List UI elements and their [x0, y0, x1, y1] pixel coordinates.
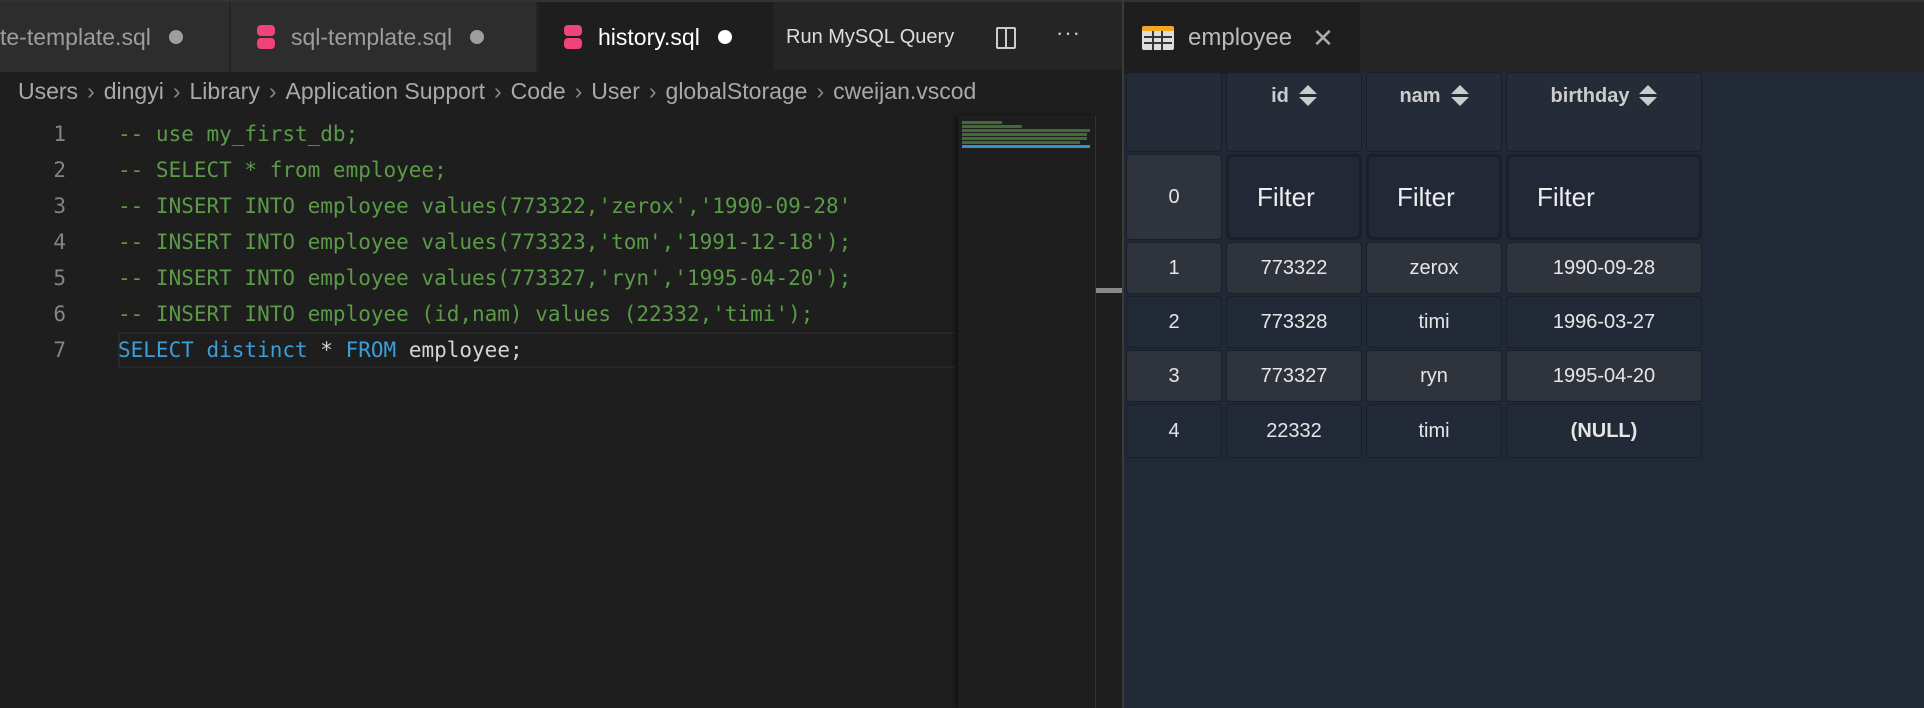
column-header-id[interactable]: id — [1226, 72, 1362, 152]
sort-icon[interactable] — [1639, 85, 1658, 107]
filter-input-id[interactable]: Filter — [1226, 154, 1362, 240]
row-number: 2 — [1126, 296, 1222, 348]
tab-label: employee — [1188, 24, 1293, 51]
filter-input-nam[interactable]: Filter — [1366, 154, 1502, 240]
line-number: 7 — [53, 338, 66, 362]
code-line[interactable]: 3 -- INSERT INTO employee values(773322,'… — [0, 188, 958, 224]
close-icon[interactable]: ✕ — [1312, 23, 1334, 54]
cell-birthday[interactable]: 1995-04-20 — [1506, 350, 1702, 402]
line-number: 5 — [53, 266, 66, 290]
table-icon — [1142, 26, 1174, 50]
code-line[interactable]: 6 -- INSERT INTO employee (id,nam) values… — [0, 296, 958, 332]
column-name: nam — [1399, 85, 1441, 107]
editor-pane: te-template.sql sql-template.sql history… — [0, 0, 1124, 708]
line-number: 2 — [53, 158, 66, 182]
filter-input-birthday[interactable]: Filter — [1506, 154, 1702, 240]
cell-nam[interactable]: zerox — [1366, 242, 1502, 294]
modified-dot-icon[interactable] — [470, 30, 485, 44]
breadcrumb-item[interactable]: cweijan.vscod — [833, 78, 976, 104]
breadcrumb-item[interactable]: Code — [511, 78, 566, 104]
cell-nam[interactable]: timi — [1366, 404, 1502, 458]
sort-icon[interactable] — [1298, 85, 1317, 107]
column-header-nam[interactable]: nam — [1366, 72, 1502, 152]
cell-id[interactable]: 773322 — [1226, 242, 1362, 294]
chevron-right-icon: › — [172, 78, 181, 104]
chevron-right-icon: › — [574, 78, 583, 104]
column-name: id — [1271, 85, 1289, 107]
row-number: 1 — [1126, 242, 1222, 294]
line-text: -- INSERT INTO employee values(773322,'z… — [118, 194, 852, 218]
row-number: 0 — [1126, 154, 1222, 240]
breadcrumb-item[interactable]: Library — [190, 78, 260, 104]
tab-te-template[interactable]: te-template.sql — [0, 2, 230, 72]
chevron-right-icon: › — [816, 78, 825, 104]
tab-history[interactable]: history.sql — [538, 2, 774, 72]
cell-birthday[interactable]: 1996-03-27 — [1506, 296, 1702, 348]
column-name: birthday — [1550, 85, 1630, 107]
line-text: -- SELECT * from employee; — [118, 158, 447, 182]
cell-nam[interactable]: timi — [1366, 296, 1502, 348]
breadcrumb: Users › dingyi › Library › Application Support… — [18, 78, 1118, 105]
chevron-right-icon: › — [493, 78, 502, 104]
modified-dot-icon[interactable] — [717, 30, 732, 44]
tab-employee[interactable]: employee ✕ — [1124, 2, 1360, 74]
cell-id[interactable]: 773327 — [1226, 350, 1362, 402]
breadcrumb-item[interactable]: Application Support — [286, 78, 485, 104]
chevron-right-icon: › — [87, 78, 95, 104]
vertical-scrollbar[interactable] — [1095, 116, 1124, 708]
chevron-right-icon: › — [268, 78, 277, 104]
line-text: SELECT distinct * FROM employee; — [118, 332, 523, 368]
row-number: 3 — [1126, 350, 1222, 402]
code-line[interactable]: 5 -- INSERT INTO employee values(773327,'… — [0, 260, 958, 296]
line-number: 1 — [53, 122, 66, 146]
cell-id[interactable]: 773328 — [1226, 296, 1362, 348]
code-line[interactable]: 2 -- SELECT * from employee; — [0, 152, 958, 188]
cell-birthday[interactable]: 1990-09-28 — [1506, 242, 1702, 294]
line-number: 6 — [53, 302, 66, 326]
database-icon — [257, 25, 275, 49]
database-icon — [564, 25, 582, 49]
modified-dot-icon[interactable] — [168, 30, 183, 44]
breadcrumb-item[interactable]: User — [591, 78, 640, 104]
line-number: 3 — [53, 194, 66, 218]
breadcrumb-item[interactable]: globalStorage — [666, 78, 808, 104]
breadcrumb-item[interactable]: Users — [18, 78, 78, 104]
cell-nam[interactable]: ryn — [1366, 350, 1502, 402]
cell-id[interactable]: 22332 — [1226, 404, 1362, 458]
tab-label: sql-template.sql — [291, 23, 453, 50]
minimap[interactable] — [958, 116, 1094, 708]
code-line[interactable]: 1 -- use my_first_db; — [0, 116, 958, 152]
column-header-birthday[interactable]: birthday — [1506, 72, 1702, 152]
breadcrumb-item[interactable]: dingyi — [104, 78, 164, 104]
sql-keyword: SELECT distinct — [118, 338, 308, 362]
sql-keyword: FROM — [345, 338, 397, 362]
cell-birthday[interactable]: (NULL) — [1506, 404, 1702, 458]
scrollbar-thumb[interactable] — [1096, 288, 1124, 293]
chevron-right-icon: › — [648, 78, 657, 104]
line-text: -- INSERT INTO employee (id,nam) values … — [118, 302, 814, 326]
editor-tab-bar: te-template.sql sql-template.sql history… — [0, 0, 1124, 72]
sql-identifier: employee; — [396, 338, 523, 362]
code-line[interactable]: 7 SELECT distinct * FROM employee; — [0, 332, 958, 368]
sort-icon[interactable] — [1450, 85, 1469, 107]
line-text: -- INSERT INTO employee values(773323,'t… — [118, 230, 852, 254]
tab-label: history.sql — [598, 23, 700, 50]
code-line[interactable]: 4 -- INSERT INTO employee values(773323,'… — [0, 224, 958, 260]
line-number: 4 — [53, 230, 66, 254]
code-editor[interactable]: 1 -- use my_first_db; 2 -- SELECT * from em… — [0, 116, 958, 368]
row-number-header — [1126, 72, 1222, 152]
tab-sql-template[interactable]: sql-template.sql — [231, 2, 537, 72]
row-number: 4 — [1126, 404, 1222, 458]
results-tab-bar: employee ✕ — [1124, 0, 1924, 74]
split-editor-icon[interactable] — [996, 27, 1016, 49]
run-mysql-query-button[interactable]: Run MySQL Query — [786, 2, 954, 72]
sql-operator: * — [307, 338, 346, 362]
tab-label: te-template.sql — [0, 23, 151, 50]
line-text: -- INSERT INTO employee values(773327,'r… — [118, 266, 852, 290]
more-actions-icon[interactable]: ··· — [1056, 20, 1081, 46]
results-pane: employee ✕ id nam birthday 0 Filter Filter Fil… — [1124, 0, 1924, 708]
line-text: -- use my_first_db; — [118, 122, 359, 146]
